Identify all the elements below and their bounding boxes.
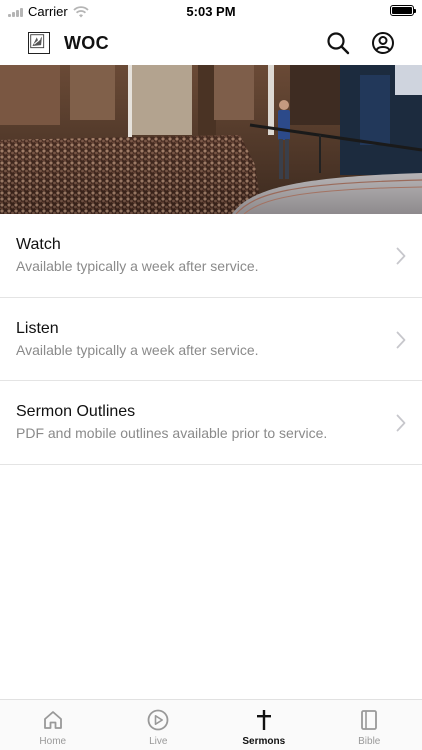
list-item-sermon-outlines[interactable]: Sermon Outlines PDF and mobile outlines … (0, 381, 422, 465)
home-icon (43, 711, 62, 729)
tab-bible[interactable]: Bible (317, 700, 422, 750)
tab-bar: Home Live Sermons Bible (0, 699, 422, 750)
tab-home[interactable]: Home (0, 700, 106, 750)
tab-label: Live (149, 736, 168, 747)
status-time: 5:03 PM (186, 4, 236, 19)
chevron-right-icon (396, 331, 406, 348)
tab-label: Home (39, 736, 67, 747)
chevron-right-icon (396, 414, 406, 432)
item-subtitle: Available typically a week after service… (16, 258, 259, 274)
cross-icon (256, 710, 271, 730)
sermons-screen: Carrier 5:03 PM WOC Watch Available typi… (0, 0, 422, 750)
item-subtitle: Available typically a week after service… (16, 341, 259, 358)
book-icon (361, 710, 378, 730)
list-item-watch[interactable]: Watch Available typically a week after s… (0, 214, 422, 298)
tab-live[interactable]: Live (106, 700, 212, 750)
play-circle-icon (147, 709, 169, 731)
list-item-listen[interactable]: Listen Available typically a week after … (0, 298, 422, 381)
woc-logo-icon[interactable] (28, 32, 50, 54)
tab-label: Bible (358, 736, 381, 747)
account-icon[interactable] (371, 31, 395, 55)
item-subtitle: PDF and mobile outlines available prior … (16, 425, 328, 441)
item-title: Watch (16, 236, 61, 253)
chevron-right-icon (396, 247, 406, 265)
hero-image (0, 65, 422, 214)
item-title: Listen (16, 319, 59, 337)
app-header: WOC (0, 22, 422, 65)
battery-icon (390, 5, 416, 16)
search-icon[interactable] (326, 31, 350, 55)
tab-label: Sermons (242, 736, 286, 747)
tab-sermons[interactable]: Sermons (211, 700, 317, 750)
status-bar: Carrier 5:03 PM (0, 0, 422, 22)
congregation-photo (0, 65, 422, 214)
app-title: WOC (64, 33, 109, 53)
item-title: Sermon Outlines (16, 403, 136, 420)
sermon-options-list: Watch Available typically a week after s… (0, 214, 422, 465)
